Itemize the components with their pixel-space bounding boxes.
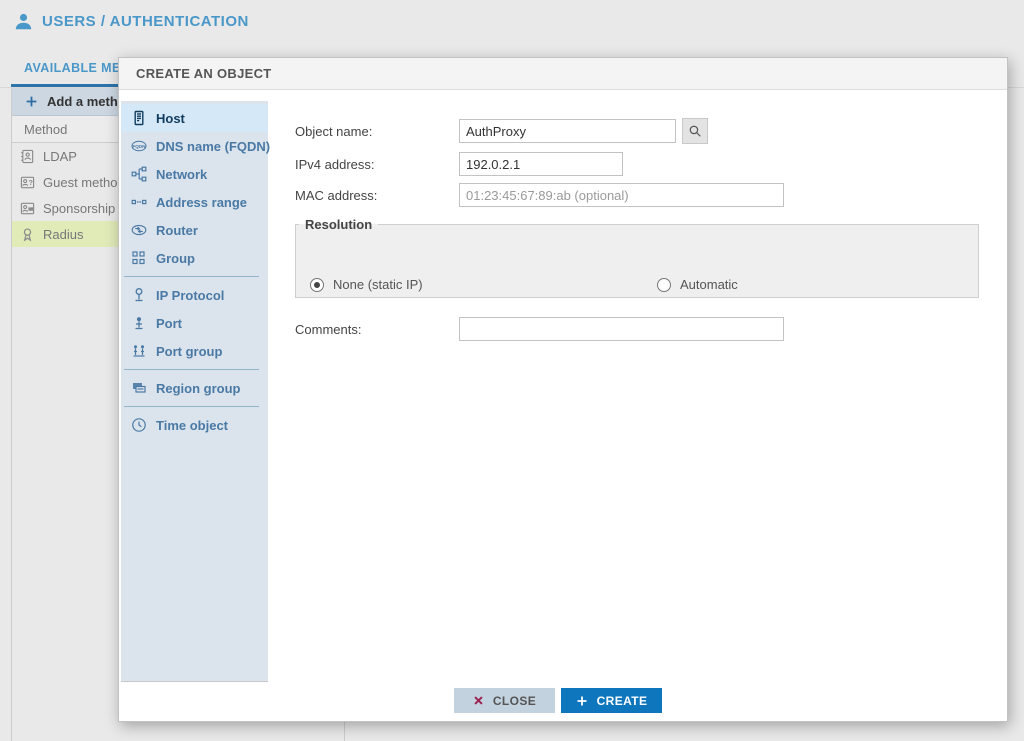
sidebar-divider (124, 369, 259, 370)
mac-address-input[interactable] (459, 183, 784, 207)
object-type-label: IP Protocol (156, 288, 224, 303)
object-type-ip-protocol[interactable]: IP Protocol (121, 281, 268, 309)
object-type-port[interactable]: Port (121, 309, 268, 337)
sidebar-divider (124, 406, 259, 407)
router-icon (131, 222, 147, 238)
user-icon (14, 12, 33, 31)
radio-button[interactable] (310, 278, 324, 292)
ip-protocol-icon (131, 287, 147, 303)
object-type-label: DNS name (FQDN) (156, 139, 270, 154)
page-header: USERS / AUTHENTICATION (14, 12, 249, 31)
comments-input[interactable] (459, 317, 784, 341)
radio-label: Automatic (680, 277, 738, 292)
object-type-address-range[interactable]: Address range (121, 188, 268, 216)
close-x-icon (473, 695, 484, 706)
resolution-option-automatic[interactable]: Automatic (657, 277, 738, 292)
object-type-label: Host (156, 111, 185, 126)
resolution-option-none[interactable]: None (static IP) (310, 277, 423, 292)
address-book-icon (20, 149, 35, 164)
object-type-label: Time object (156, 418, 228, 433)
sponsor-user-icon (20, 201, 35, 216)
host-server-icon (131, 110, 147, 126)
fqdn-globe-icon: FQDN (131, 138, 147, 154)
region-group-layers-icon (131, 380, 147, 396)
ipv4-address-input[interactable] (459, 152, 623, 176)
network-nodes-icon (131, 166, 147, 182)
comments-label: Comments: (295, 322, 361, 337)
object-type-label: Port group (156, 344, 222, 359)
object-type-label: Region group (156, 381, 241, 396)
resolution-legend: Resolution (299, 217, 378, 232)
method-label: LDAP (43, 149, 77, 164)
award-ribbon-icon (20, 227, 35, 242)
object-type-group[interactable]: Group (121, 244, 268, 272)
object-type-region-group[interactable]: Region group (121, 374, 268, 402)
radio-label: None (static IP) (333, 277, 423, 292)
port-group-icon (131, 343, 147, 359)
object-name-input[interactable] (459, 119, 676, 143)
object-type-host[interactable]: Host (121, 104, 268, 132)
object-name-label: Object name: (295, 124, 372, 139)
method-label: Radius (43, 227, 83, 242)
clock-icon (131, 417, 147, 433)
create-button[interactable]: CREATE (561, 688, 662, 713)
address-range-icon (131, 194, 147, 210)
method-label: Guest method (43, 175, 125, 190)
object-type-dns-fqdn[interactable]: FQDN DNS name (FQDN) (121, 132, 268, 160)
object-type-label: Network (156, 167, 207, 182)
object-type-port-group[interactable]: Port group (121, 337, 268, 365)
object-type-time-object[interactable]: Time object (121, 411, 268, 439)
create-button-label: CREATE (597, 694, 648, 708)
object-type-label: Group (156, 251, 195, 266)
radio-button[interactable] (657, 278, 671, 292)
search-icon (688, 124, 702, 138)
object-type-sidebar: Host FQDN DNS name (FQDN) Network (121, 101, 268, 682)
resolution-fieldset: Resolution None (static IP) Automatic (295, 217, 979, 298)
guest-user-icon: ? (20, 175, 35, 190)
search-button[interactable] (682, 118, 708, 144)
page-title: USERS / AUTHENTICATION (42, 13, 249, 30)
object-type-network[interactable]: Network (121, 160, 268, 188)
mac-address-label: MAC address: (295, 188, 377, 203)
close-button-label: CLOSE (493, 694, 536, 708)
create-object-dialog: CREATE AN OBJECT Host FQDN DNS name (FQD… (118, 57, 1008, 722)
port-icon (131, 315, 147, 331)
object-type-label: Router (156, 223, 198, 238)
close-button[interactable]: CLOSE (454, 688, 555, 713)
svg-text:?: ? (29, 179, 33, 186)
sidebar-divider (124, 276, 259, 277)
svg-text:FQDN: FQDN (132, 144, 146, 149)
object-type-router[interactable]: Router (121, 216, 268, 244)
create-plus-icon (576, 695, 588, 707)
object-type-label: Address range (156, 195, 247, 210)
ipv4-address-label: IPv4 address: (295, 157, 375, 172)
group-squares-icon (131, 250, 147, 266)
object-type-label: Port (156, 316, 182, 331)
plus-icon (25, 95, 38, 108)
dialog-title: CREATE AN OBJECT (119, 58, 1007, 90)
